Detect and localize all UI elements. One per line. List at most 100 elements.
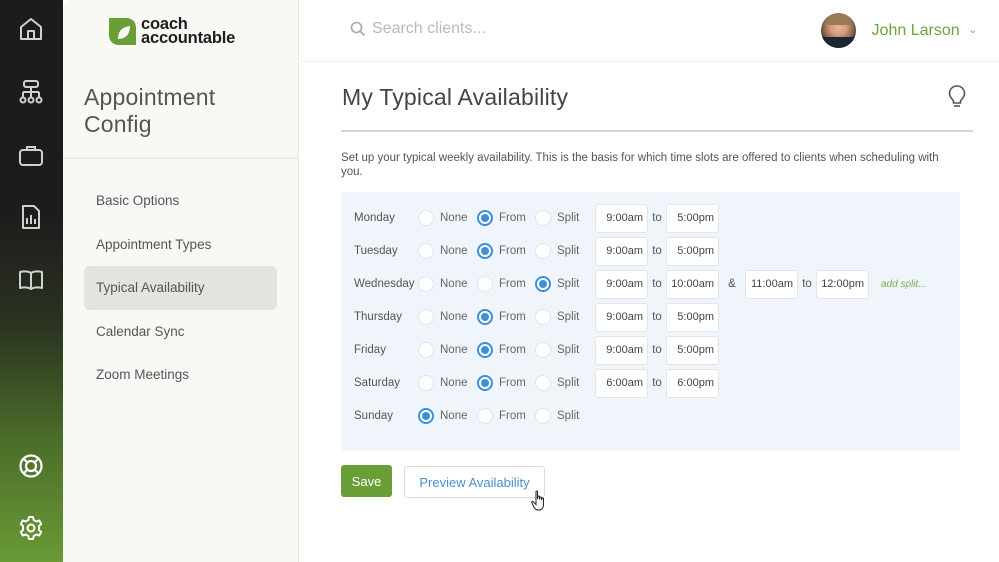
split-start-time-input[interactable] [745,269,798,299]
sidebar-item-appointment-types[interactable]: Appointment Types [84,223,277,267]
description: Set up your typical weekly availability.… [341,152,939,178]
radio-button[interactable] [535,375,551,391]
sidebar-title-line-1: Appointment [84,84,216,110]
start-time-input[interactable] [595,335,648,365]
radio-none-sunday[interactable]: None [418,408,477,424]
radio-button[interactable] [477,408,493,424]
user-menu[interactable]: John Larson ⌄ [820,13,977,48]
radio-none-tuesday[interactable]: None [418,243,477,259]
lifebuoy-icon[interactable] [17,452,45,480]
radio-split-tuesday[interactable]: Split [535,243,594,259]
gear-icon[interactable] [17,514,45,542]
radio-label: From [499,278,526,290]
radio-split-friday[interactable]: Split [535,342,594,358]
split-end-time-input[interactable] [816,269,869,299]
end-time-input[interactable] [666,269,719,299]
radio-button[interactable] [535,276,551,292]
radio-none-monday[interactable]: None [418,210,477,226]
radio-button[interactable] [535,309,551,325]
radio-button[interactable] [535,210,551,226]
radio-button[interactable] [535,408,551,424]
book-icon[interactable] [17,266,45,294]
end-time-input[interactable] [666,335,719,365]
chevron-down-icon: ⌄ [968,25,977,36]
sidebar-title: Appointment Config [84,84,215,138]
radio-from-wednesday[interactable]: From [477,276,535,292]
end-time-input[interactable] [666,368,719,398]
radio-label: From [499,377,526,389]
search-icon [350,21,366,37]
radio-button[interactable] [477,342,493,358]
radio-none-saturday[interactable]: None [418,375,477,391]
avatar [820,13,856,48]
radio-label: From [499,212,526,224]
sidebar-item-zoom-meetings[interactable]: Zoom Meetings [84,353,277,397]
radio-split-sunday[interactable]: Split [535,408,594,424]
radio-from-friday[interactable]: From [477,342,535,358]
start-time-input[interactable] [595,203,648,233]
sidebar-item-basic-options[interactable]: Basic Options [84,179,277,223]
radio-label: Split [557,377,580,389]
day-label: Friday [354,344,386,356]
radio-button[interactable] [418,276,434,292]
radio-button[interactable] [418,309,434,325]
radio-button[interactable] [477,210,493,226]
radio-none-thursday[interactable]: None [418,309,477,325]
end-time-input[interactable] [666,203,719,233]
save-button[interactable]: Save [341,465,392,497]
radio-none-wednesday[interactable]: None [418,276,477,292]
start-time-input[interactable] [595,368,648,398]
brand-logo[interactable]: coach accountable [109,16,235,46]
ampersand-label: & [728,278,736,290]
end-time-input[interactable] [666,302,719,332]
radio-label: None [440,410,468,422]
day-label: Monday [354,212,395,224]
radio-from-tuesday[interactable]: From [477,243,535,259]
radio-label: None [440,212,468,224]
day-label: Wednesday [354,278,415,290]
briefcase-icon[interactable] [17,141,45,169]
radio-split-monday[interactable]: Split [535,210,594,226]
org-chart-icon[interactable] [17,78,45,106]
top-header: John Larson ⌄ [300,0,999,62]
report-icon[interactable] [17,203,45,231]
start-time-input[interactable] [595,236,648,266]
radio-button[interactable] [477,375,493,391]
radio-button[interactable] [418,408,434,424]
home-icon[interactable] [17,15,45,43]
radio-button[interactable] [477,309,493,325]
start-time-input[interactable] [595,302,648,332]
title-divider [341,130,973,132]
search-bar [350,20,622,38]
radio-label: None [440,245,468,257]
end-time-input[interactable] [666,236,719,266]
sidebar-item-calendar-sync[interactable]: Calendar Sync [84,310,277,354]
radio-button[interactable] [418,210,434,226]
radio-label: Split [557,278,580,290]
radio-button[interactable] [418,342,434,358]
start-time-input[interactable] [595,269,648,299]
sidebar-item-typical-availability[interactable]: Typical Availability [84,266,277,310]
preview-availability-button[interactable]: Preview Availability [404,466,545,498]
sidebar-nav: Basic Options Appointment Types Typical … [84,179,277,397]
to-label: to [802,278,812,290]
radio-split-wednesday[interactable]: Split [535,276,594,292]
radio-none-friday[interactable]: None [418,342,477,358]
radio-label: From [499,311,526,323]
lightbulb-icon[interactable] [947,84,967,110]
add-split-link[interactable]: add split... [881,279,927,290]
radio-button[interactable] [477,243,493,259]
radio-button[interactable] [477,276,493,292]
radio-from-thursday[interactable]: From [477,309,535,325]
radio-split-saturday[interactable]: Split [535,375,594,391]
search-input[interactable] [372,20,622,38]
radio-button[interactable] [535,243,551,259]
radio-from-saturday[interactable]: From [477,375,535,391]
radio-from-sunday[interactable]: From [477,408,535,424]
radio-button[interactable] [418,243,434,259]
radio-label: Split [557,410,580,422]
radio-button[interactable] [535,342,551,358]
radio-split-thursday[interactable]: Split [535,309,594,325]
radio-button[interactable] [418,375,434,391]
radio-from-monday[interactable]: From [477,210,535,226]
